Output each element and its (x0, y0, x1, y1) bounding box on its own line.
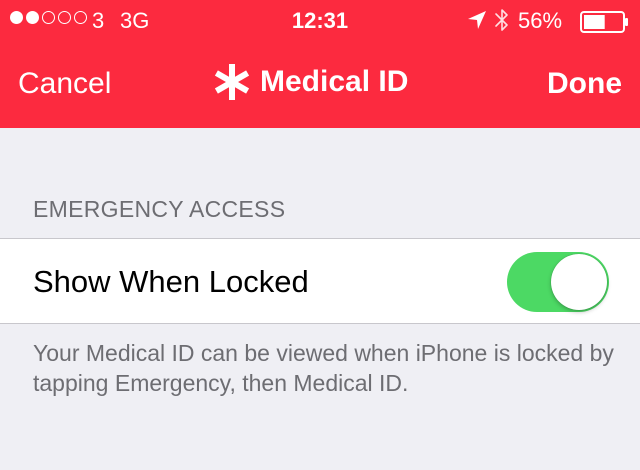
show-when-locked-toggle[interactable] (507, 252, 609, 312)
location-arrow-icon (468, 11, 486, 29)
show-when-locked-label: Show When Locked (33, 264, 309, 299)
cancel-button[interactable]: Cancel (18, 67, 111, 101)
done-button[interactable]: Done (547, 67, 622, 101)
battery-icon (580, 11, 628, 33)
status-bar: 3 3G 12:31 56% (0, 0, 640, 40)
show-when-locked-row: Show When Locked (0, 238, 640, 324)
asterisk-icon (214, 64, 250, 100)
medical-id-screen: 3 3G 12:31 56% Cancel Medical ID Done EM… (0, 0, 640, 470)
toggle-knob[interactable] (551, 254, 607, 310)
navigation-bar: Cancel Medical ID Done (0, 40, 640, 128)
page-title: Medical ID (260, 65, 409, 98)
section-footer: Your Medical ID can be viewed when iPhon… (33, 340, 614, 396)
nav-title-group: Medical ID (212, 62, 408, 102)
battery-percentage: 56% (518, 8, 563, 33)
header: 3 3G 12:31 56% Cancel Medical ID Done (0, 0, 640, 128)
section-header: EMERGENCY ACCESS (33, 196, 286, 222)
bluetooth-icon (495, 9, 508, 31)
